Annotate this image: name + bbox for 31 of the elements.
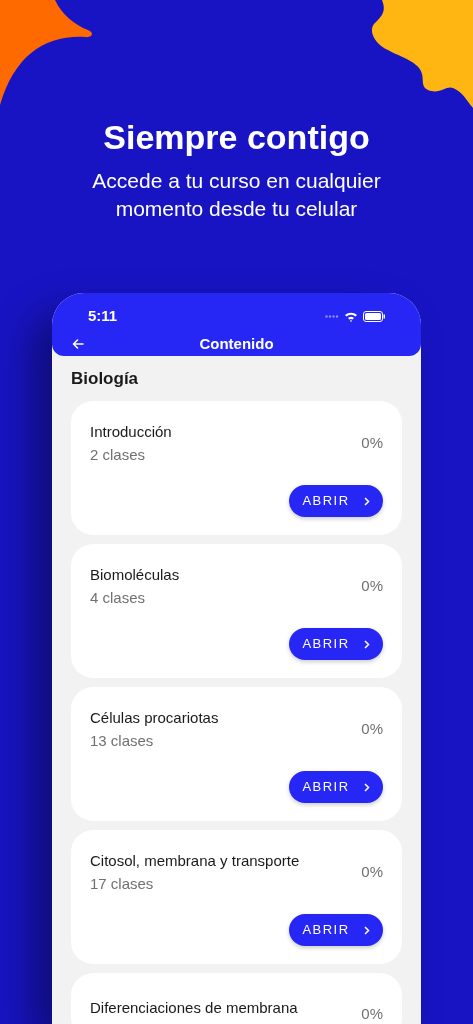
progress-percent: 0%: [361, 433, 383, 454]
chevron-right-icon: [363, 496, 370, 506]
chevron-right-icon: [363, 639, 370, 649]
progress-percent: 0%: [361, 719, 383, 740]
chevron-right-icon: [363, 925, 370, 935]
wifi-icon: [344, 310, 358, 322]
lesson-count: 17 clases: [90, 874, 155, 894]
lesson-title: Introducción: [90, 422, 172, 442]
open-button[interactable]: ABRIR: [289, 485, 383, 517]
open-button[interactable]: ABRIR: [289, 914, 383, 946]
lesson-title: Células procariotas: [90, 708, 219, 728]
chevron-right-icon: [363, 782, 370, 792]
screen-title: Contenido: [199, 334, 274, 354]
battery-icon: [363, 310, 385, 322]
lesson-title: Citosol, membrana y transporte: [90, 851, 300, 871]
progress-percent: 0%: [361, 862, 383, 883]
lesson-count: 2 clases: [90, 445, 147, 465]
lesson-title: Diferenciaciones de membrana: [90, 998, 298, 1018]
lesson-title: Biomoléculas: [90, 565, 180, 585]
lesson-count: 4 clases: [90, 588, 147, 608]
progress-percent: 0%: [361, 1006, 383, 1022]
signal-dots-icon: [325, 314, 339, 318]
progress-percent: 0%: [361, 576, 383, 597]
section-title: Biología: [71, 367, 140, 390]
lesson-count: 13 clases: [90, 731, 155, 751]
back-arrow-icon[interactable]: [72, 339, 84, 350]
open-button[interactable]: ABRIR: [289, 628, 383, 660]
subtitle: Accede a tu curso en cualquier momento desde tu celular: [91, 168, 382, 222]
status-time: 5:11: [88, 305, 118, 326]
open-button[interactable]: ABRIR: [289, 771, 383, 803]
headline: Siempre contigo: [103, 117, 370, 158]
